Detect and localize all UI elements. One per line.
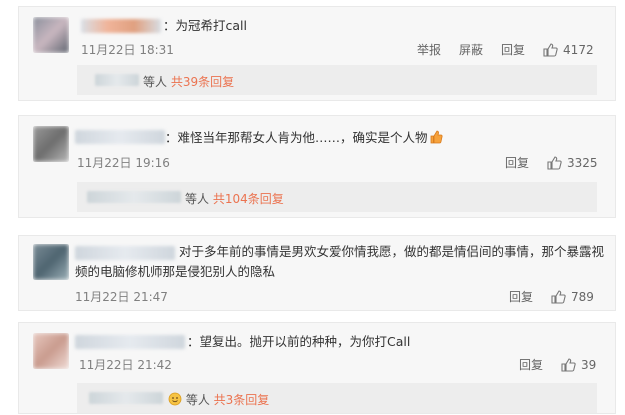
reply-button[interactable]: 回复 [509,288,533,305]
avatar[interactable] [33,333,69,369]
like-count: 39 [581,357,597,372]
report-button[interactable]: 举报 [417,41,441,58]
view-replies-link[interactable]: 共3条回复 [214,393,270,407]
block-button[interactable]: 屏蔽 [459,41,483,58]
comment-text: ：难怪当年那帮女人肯为他……，确实是个人物 [165,128,443,147]
like-count: 789 [571,289,594,304]
like-button[interactable]: 4172 [543,43,594,57]
comment-actions: 回复 39 [519,356,596,373]
reply-button[interactable]: 回复 [519,356,543,373]
reply-button[interactable]: 回复 [505,154,529,171]
reply-summary-text: 等人 共104条回复 [185,192,284,206]
comment-actions: 举报 屏蔽 回复 4172 [417,41,594,58]
reply-summary[interactable]: 等人 共104条回复 [77,182,597,212]
comment-time[interactable]: 11月22日 21:42 [79,356,172,373]
comment-time[interactable]: 11月22日 18:31 [81,41,174,58]
thumbs-up-icon [561,357,576,372]
comment-text: 对于多年前的事情是男欢女爱你情我愿，做的都是情侣间的事情，那个暴露视 [179,244,605,259]
comment-time[interactable]: 11月22日 21:47 [75,288,168,305]
reply-summary-text: 等人 共3条回复 [167,391,269,408]
comment-text: ：望复出。抛开以前的种种，为你打Call [187,334,411,349]
comment-card: ：难怪当年那帮女人肯为他……，确实是个人物 11月22日 19:16 回复 33… [18,115,616,218]
thumbs-up-icon [547,155,562,170]
username[interactable] [75,335,185,349]
comment-card: ：望复出。抛开以前的种种，为你打Call 11月22日 21:42 回复 39 … [18,322,616,414]
username[interactable] [81,19,161,33]
username[interactable] [75,246,175,260]
reply-user-names [87,191,181,203]
reply-user-names [89,392,163,404]
avatar[interactable] [33,17,69,53]
reply-summary[interactable]: 等人 共3条回复 [77,383,597,413]
thumbs-up-icon [551,289,566,304]
emoji-icon [168,392,182,406]
like-count: 4172 [563,42,594,57]
thumbs-up-emoji-icon [429,130,443,144]
like-button[interactable]: 789 [551,290,594,304]
avatar[interactable] [33,126,69,162]
reply-summary[interactable]: 等人 共39条回复 [77,65,597,95]
thumbs-up-icon [543,42,558,57]
comment-actions: 回复 3325 [505,154,598,171]
reply-user-names [95,74,139,86]
avatar[interactable] [33,244,69,280]
comment-text-continued: 频的电脑修机师那是侵犯别人的隐私 [75,264,276,279]
like-button[interactable]: 3325 [547,156,598,170]
comment-text: ：为冠希打call [163,18,247,33]
view-replies-link[interactable]: 共39条回复 [171,75,234,89]
comment-actions: 回复 789 [509,288,594,305]
comment-time[interactable]: 11月22日 19:16 [77,154,170,171]
like-button[interactable]: 39 [561,358,596,372]
view-replies-link[interactable]: 共104条回复 [213,192,284,206]
comment-card: 对于多年前的事情是男欢女爱你情我愿，做的都是情侣间的事情，那个暴露视 频的电脑修… [18,235,616,311]
like-count: 3325 [567,155,598,170]
reply-summary-text: 等人 共39条回复 [143,75,235,89]
username[interactable] [75,130,165,144]
reply-button[interactable]: 回复 [501,41,525,58]
comment-card: ：为冠希打call 11月22日 18:31 举报 屏蔽 回复 4172 等人 … [18,6,616,101]
